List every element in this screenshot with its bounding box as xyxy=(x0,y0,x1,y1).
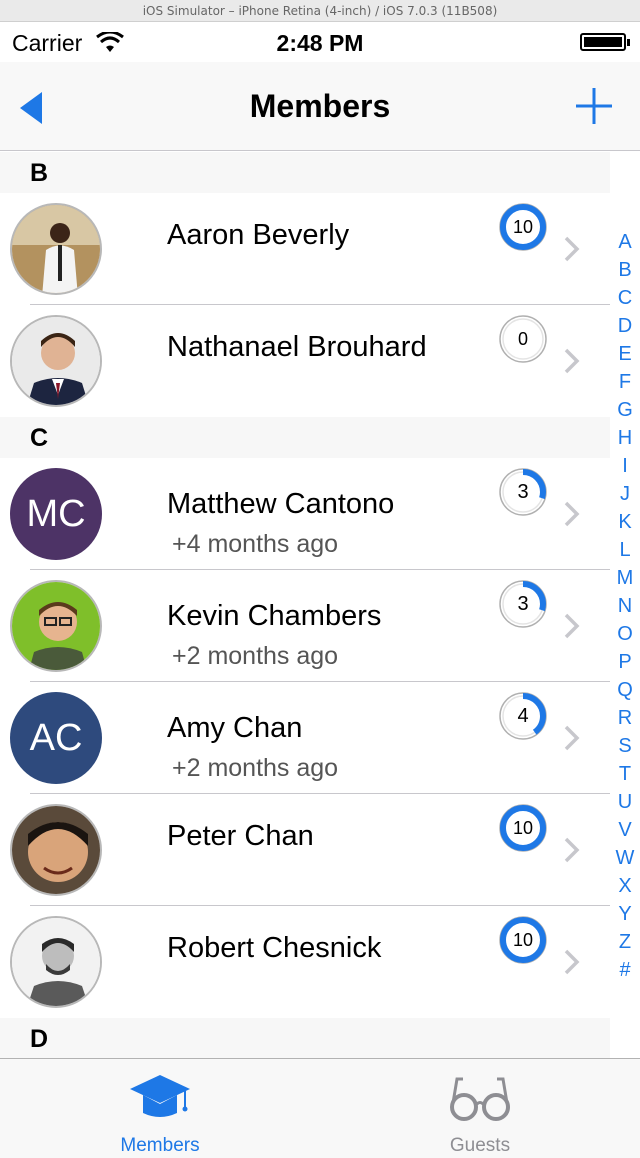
status-time: 2:48 PM xyxy=(276,30,364,56)
index-letter[interactable]: W xyxy=(612,844,638,872)
index-letter[interactable]: Y xyxy=(612,900,638,928)
chevron-right-icon xyxy=(564,837,580,863)
member-row-peter-chan[interactable]: Peter Chan 10 xyxy=(0,794,610,906)
member-name: Peter Chan xyxy=(167,820,314,852)
index-letter[interactable]: M xyxy=(612,564,638,592)
tab-members[interactable]: Members xyxy=(0,1059,320,1158)
chevron-right-icon xyxy=(564,949,580,975)
member-name: Amy Chan xyxy=(167,712,303,744)
avatar-initials: MC xyxy=(10,468,102,560)
index-letter[interactable]: I xyxy=(612,452,638,480)
page-title: Members xyxy=(249,88,391,124)
index-letter[interactable]: T xyxy=(612,760,638,788)
svg-text:3: 3 xyxy=(517,481,528,503)
member-row-robert-chesnick[interactable]: Robert Chesnick 10 xyxy=(0,906,610,1018)
index-letter[interactable]: A xyxy=(612,228,638,256)
svg-text:10: 10 xyxy=(513,930,533,950)
plus-icon xyxy=(576,88,612,124)
index-letter[interactable]: C xyxy=(612,284,638,312)
chevron-right-icon xyxy=(564,501,580,527)
tab-label: Members xyxy=(120,1135,200,1156)
svg-text:10: 10 xyxy=(513,217,533,237)
index-letter[interactable]: D xyxy=(612,312,638,340)
member-name: Matthew Cantono xyxy=(167,488,395,520)
avatar xyxy=(10,804,102,896)
index-letter[interactable]: J xyxy=(612,480,638,508)
index-letter[interactable]: # xyxy=(612,956,638,984)
index-letter[interactable]: H xyxy=(612,424,638,452)
member-last-seen: +2 months ago xyxy=(172,754,339,782)
chevron-right-icon xyxy=(564,236,580,262)
avatar xyxy=(10,580,102,672)
progress-badge: 3 xyxy=(498,467,548,517)
index-letter[interactable]: V xyxy=(612,816,638,844)
member-name: Nathanael Brouhard xyxy=(167,331,427,363)
svg-text:4: 4 xyxy=(517,705,528,727)
avatar xyxy=(10,315,102,407)
tab-label: Guests xyxy=(449,1135,511,1156)
index-letter[interactable]: E xyxy=(612,340,638,368)
index-letter[interactable]: Z xyxy=(612,928,638,956)
member-row-kevin-chambers[interactable]: Kevin Chambers +2 months ago 3 xyxy=(0,570,610,682)
index-letter[interactable]: F xyxy=(612,368,638,396)
progress-badge: 0 xyxy=(498,314,548,364)
progress-badge: 10 xyxy=(498,915,548,965)
battery-icon xyxy=(580,33,630,51)
members-list[interactable]: B Aaron Beverly 10 Nathanael Brouhard 0 … xyxy=(0,152,610,1059)
index-letter[interactable]: O xyxy=(612,620,638,648)
section-header-c: C xyxy=(0,417,610,458)
section-header-d: D xyxy=(0,1018,610,1059)
progress-badge: 10 xyxy=(498,202,548,252)
member-row-amy-chan[interactable]: AC Amy Chan +2 months ago 4 xyxy=(0,682,610,794)
index-letter[interactable]: G xyxy=(612,396,638,424)
member-name: Aaron Beverly xyxy=(167,219,350,251)
status-bar: Carrier 2:48 PM xyxy=(0,22,640,62)
index-letter[interactable]: K xyxy=(612,508,638,536)
glasses-icon xyxy=(450,1077,510,1121)
index-letter[interactable]: S xyxy=(612,732,638,760)
member-name: Kevin Chambers xyxy=(167,600,382,632)
chevron-right-icon xyxy=(564,725,580,751)
section-header-b: B xyxy=(0,152,610,193)
index-letter[interactable]: P xyxy=(612,648,638,676)
member-name: Robert Chesnick xyxy=(167,932,382,964)
progress-badge: 4 xyxy=(498,691,548,741)
index-letter[interactable]: R xyxy=(612,704,638,732)
avatar-initials: AC xyxy=(10,692,102,784)
progress-badge: 3 xyxy=(498,579,548,629)
section-index[interactable]: A B C D E F G H I J K L M N O P Q R S T U V W X Y Z # xyxy=(612,228,638,984)
index-letter[interactable]: L xyxy=(612,536,638,564)
chevron-right-icon xyxy=(564,348,580,374)
member-last-seen: +4 months ago xyxy=(172,530,339,558)
chevron-right-icon xyxy=(564,613,580,639)
tab-guests[interactable]: Guests xyxy=(320,1059,640,1158)
progress-badge: 10 xyxy=(498,803,548,853)
add-member-button[interactable] xyxy=(574,86,614,126)
index-letter[interactable]: Q xyxy=(612,676,638,704)
svg-text:10: 10 xyxy=(513,818,533,838)
index-letter[interactable]: U xyxy=(612,788,638,816)
simulator-title-bar: iOS Simulator – iPhone Retina (4-inch) /… xyxy=(0,0,640,22)
index-letter[interactable]: X xyxy=(612,872,638,900)
svg-text:3: 3 xyxy=(517,593,528,615)
tab-bar: Members Guests xyxy=(0,1058,640,1158)
index-letter[interactable]: N xyxy=(612,592,638,620)
member-row-nathanael-brouhard[interactable]: Nathanael Brouhard 0 xyxy=(0,305,610,417)
avatar xyxy=(10,203,102,295)
svg-text:0: 0 xyxy=(518,329,528,349)
graduation-cap-icon xyxy=(130,1075,190,1117)
member-last-seen: +2 months ago xyxy=(172,642,339,670)
avatar xyxy=(10,916,102,1008)
member-row-matthew-cantono[interactable]: MC Matthew Cantono +4 months ago 3 xyxy=(0,458,610,570)
index-letter[interactable]: B xyxy=(612,256,638,284)
member-row-aaron-beverly[interactable]: Aaron Beverly 10 xyxy=(0,193,610,305)
navigation-bar: Members xyxy=(0,62,640,151)
